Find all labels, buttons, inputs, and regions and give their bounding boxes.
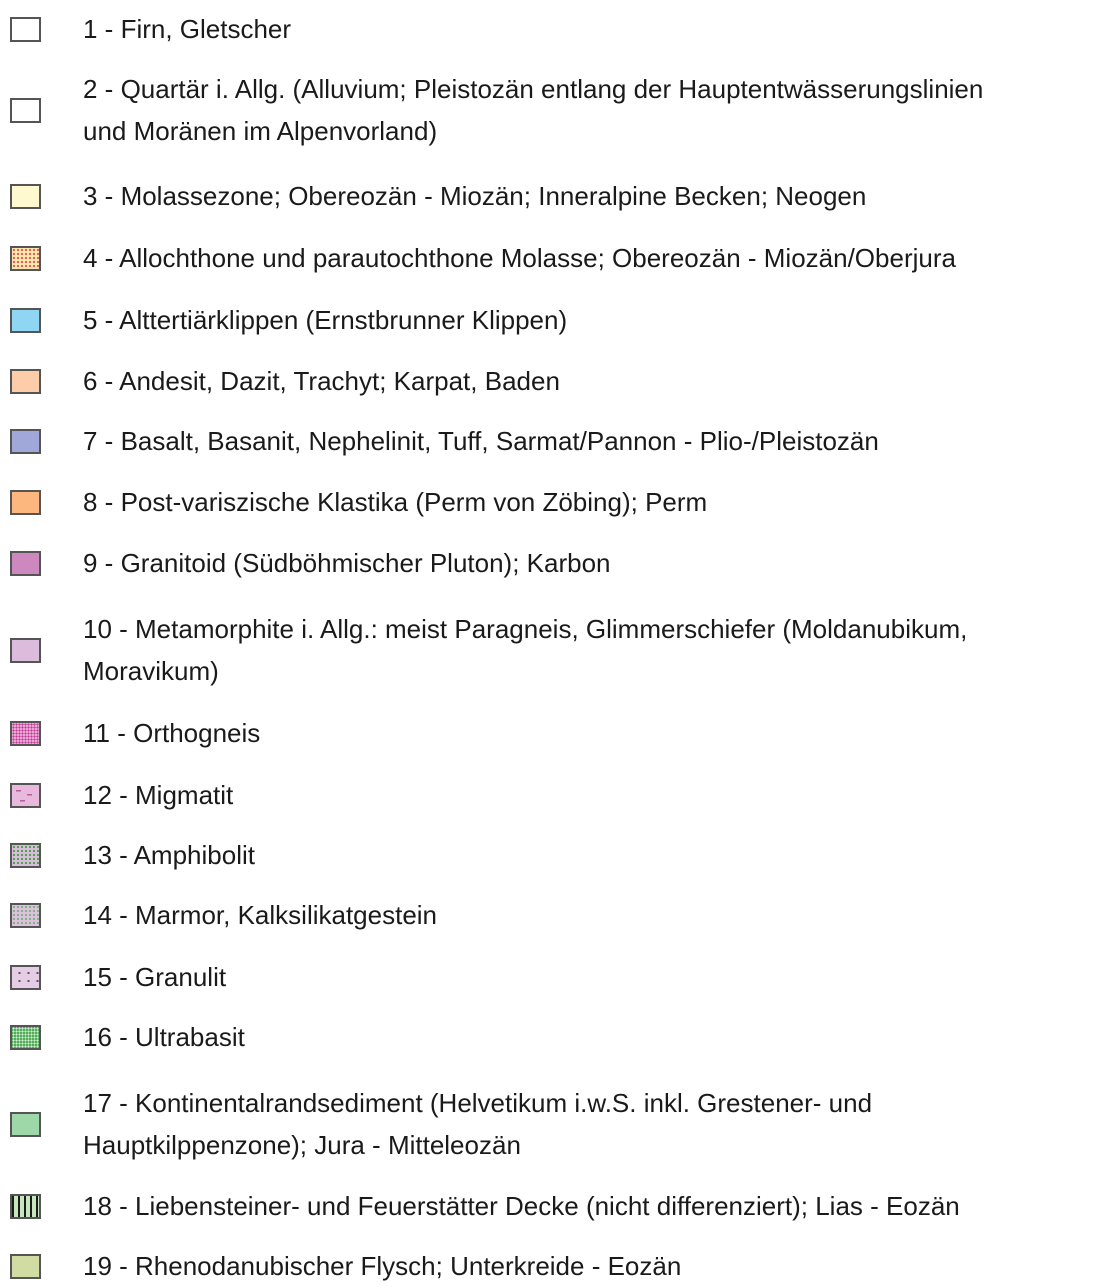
legend-label: 10 - Metamorphite i. Allg.: meist Paragn… bbox=[83, 608, 1101, 692]
legend-label: 1 - Firn, Gletscher bbox=[83, 8, 1101, 50]
legend-item: 2 - Quartär i. Allg. (Alluvium; Pleistoz… bbox=[0, 68, 1103, 152]
legend-label: 11 - Orthogneis bbox=[83, 712, 1101, 754]
legend-label-line: 10 - Metamorphite i. Allg.: meist Paragn… bbox=[83, 614, 968, 644]
legend-label: 6 - Andesit, Dazit, Trachyt; Karpat, Bad… bbox=[83, 360, 1101, 402]
legend-label: 16 - Ultrabasit bbox=[83, 1016, 1101, 1058]
legend-item: 9 - Granitoid (Südböhmischer Pluton); Ka… bbox=[0, 542, 1103, 584]
legend-item: 1 - Firn, Gletscher bbox=[0, 8, 1103, 50]
legend-item: 18 - Liebensteiner- und Feuerstätter Dec… bbox=[0, 1185, 1103, 1227]
legend-swatch bbox=[10, 964, 41, 990]
legend-swatch bbox=[10, 782, 41, 808]
legend-label: 14 - Marmor, Kalksilikatgestein bbox=[83, 894, 1101, 936]
legend-item: 8 - Post-variszische Klastika (Perm von … bbox=[0, 481, 1103, 523]
legend-label: 12 - Migmatit bbox=[83, 774, 1101, 816]
legend-item: 12 - Migmatit bbox=[0, 774, 1103, 816]
legend-label-line: und Moränen im Alpenvorland) bbox=[83, 116, 438, 146]
legend-swatch bbox=[10, 97, 41, 123]
legend-item: 13 - Amphibolit bbox=[0, 834, 1103, 876]
legend-item: 6 - Andesit, Dazit, Trachyt; Karpat, Bad… bbox=[0, 360, 1103, 402]
legend-item: 4 - Allochthone und parautochthone Molas… bbox=[0, 237, 1103, 279]
legend-label: 2 - Quartär i. Allg. (Alluvium; Pleistoz… bbox=[83, 68, 1101, 152]
legend-label: 17 - Kontinentalrandsediment (Helvetikum… bbox=[83, 1082, 1101, 1166]
legend-label-line: 6 - Andesit, Dazit, Trachyt; Karpat, Bad… bbox=[83, 366, 560, 396]
legend-swatch bbox=[10, 720, 41, 746]
legend-label-line: Hauptkilppenzone); Jura - Mitteleozän bbox=[83, 1130, 521, 1160]
legend-swatch bbox=[10, 902, 41, 928]
legend-label-line: 18 - Liebensteiner- und Feuerstätter Dec… bbox=[83, 1191, 960, 1221]
legend-label-line: 9 - Granitoid (Südböhmischer Pluton); Ka… bbox=[83, 548, 611, 578]
legend-label-line: 14 - Marmor, Kalksilikatgestein bbox=[83, 900, 438, 930]
legend-swatch bbox=[10, 550, 41, 576]
legend-swatch bbox=[10, 1253, 41, 1279]
legend-label-line: 15 - Granulit bbox=[83, 962, 227, 992]
legend-label: 15 - Granulit bbox=[83, 956, 1101, 998]
legend-label-line: 16 - Ultrabasit bbox=[83, 1022, 245, 1052]
legend-label: 4 - Allochthone und parautochthone Molas… bbox=[83, 237, 1101, 279]
legend-label: 19 - Rhenodanubischer Flysch; Unterkreid… bbox=[83, 1245, 1101, 1287]
legend-label: 5 - Alttertiärklippen (Ernstbrunner Klip… bbox=[83, 299, 1101, 341]
legend-label-line: 11 - Orthogneis bbox=[83, 718, 261, 748]
legend-label: 7 - Basalt, Basanit, Nephelinit, Tuff, S… bbox=[83, 420, 1101, 462]
legend-label-line: 13 - Amphibolit bbox=[83, 840, 255, 870]
legend-swatch bbox=[10, 183, 41, 209]
legend-item: 14 - Marmor, Kalksilikatgestein bbox=[0, 894, 1103, 936]
legend-swatch bbox=[10, 1111, 41, 1137]
legend-swatch bbox=[10, 245, 41, 271]
legend-label-line: 17 - Kontinentalrandsediment (Helvetikum… bbox=[83, 1088, 873, 1118]
legend-label-line: 7 - Basalt, Basanit, Nephelinit, Tuff, S… bbox=[83, 426, 879, 456]
legend-swatch bbox=[10, 428, 41, 454]
legend-label-line: Moravikum) bbox=[83, 656, 219, 686]
legend-swatch bbox=[10, 1193, 41, 1219]
legend-swatch bbox=[10, 1024, 41, 1050]
legend-item: 5 - Alttertiärklippen (Ernstbrunner Klip… bbox=[0, 299, 1103, 341]
legend-item: 7 - Basalt, Basanit, Nephelinit, Tuff, S… bbox=[0, 420, 1103, 462]
legend-label: 9 - Granitoid (Südböhmischer Pluton); Ka… bbox=[83, 542, 1101, 584]
legend-swatch bbox=[10, 368, 41, 394]
legend-label-line: 3 - Molassezone; Obereozän - Miozän; Inn… bbox=[83, 181, 867, 211]
legend-swatch bbox=[10, 489, 41, 515]
legend-item: 16 - Ultrabasit bbox=[0, 1016, 1103, 1058]
legend-item: 10 - Metamorphite i. Allg.: meist Paragn… bbox=[0, 608, 1103, 692]
legend-swatch bbox=[10, 16, 41, 42]
legend-swatch bbox=[10, 307, 41, 333]
legend-swatch bbox=[10, 842, 41, 868]
legend-label-line: 2 - Quartär i. Allg. (Alluvium; Pleistoz… bbox=[83, 74, 984, 104]
legend-label-line: 4 - Allochthone und parautochthone Molas… bbox=[83, 243, 956, 273]
legend-label-line: 5 - Alttertiärklippen (Ernstbrunner Klip… bbox=[83, 305, 568, 335]
legend-label-line: 8 - Post-variszische Klastika (Perm von … bbox=[83, 487, 708, 517]
legend-item: 11 - Orthogneis bbox=[0, 712, 1103, 754]
legend-item: 3 - Molassezone; Obereozän - Miozän; Inn… bbox=[0, 175, 1103, 217]
legend-label-line: 12 - Migmatit bbox=[83, 780, 234, 810]
legend-label-line: 19 - Rhenodanubischer Flysch; Unterkreid… bbox=[83, 1251, 682, 1281]
legend-label: 8 - Post-variszische Klastika (Perm von … bbox=[83, 481, 1101, 523]
legend-item: 15 - Granulit bbox=[0, 956, 1103, 998]
legend-item: 19 - Rhenodanubischer Flysch; Unterkreid… bbox=[0, 1245, 1103, 1287]
legend-label: 3 - Molassezone; Obereozän - Miozän; Inn… bbox=[83, 175, 1101, 217]
legend-item: 17 - Kontinentalrandsediment (Helvetikum… bbox=[0, 1082, 1103, 1166]
legend-swatch bbox=[10, 637, 41, 663]
legend-label: 18 - Liebensteiner- und Feuerstätter Dec… bbox=[83, 1185, 1101, 1227]
legend: 1 - Firn, Gletscher 2 - Quartär i. Allg. … bbox=[0, 0, 1103, 1284]
legend-label: 13 - Amphibolit bbox=[83, 834, 1101, 876]
legend-label-line: 1 - Firn, Gletscher bbox=[83, 14, 292, 44]
